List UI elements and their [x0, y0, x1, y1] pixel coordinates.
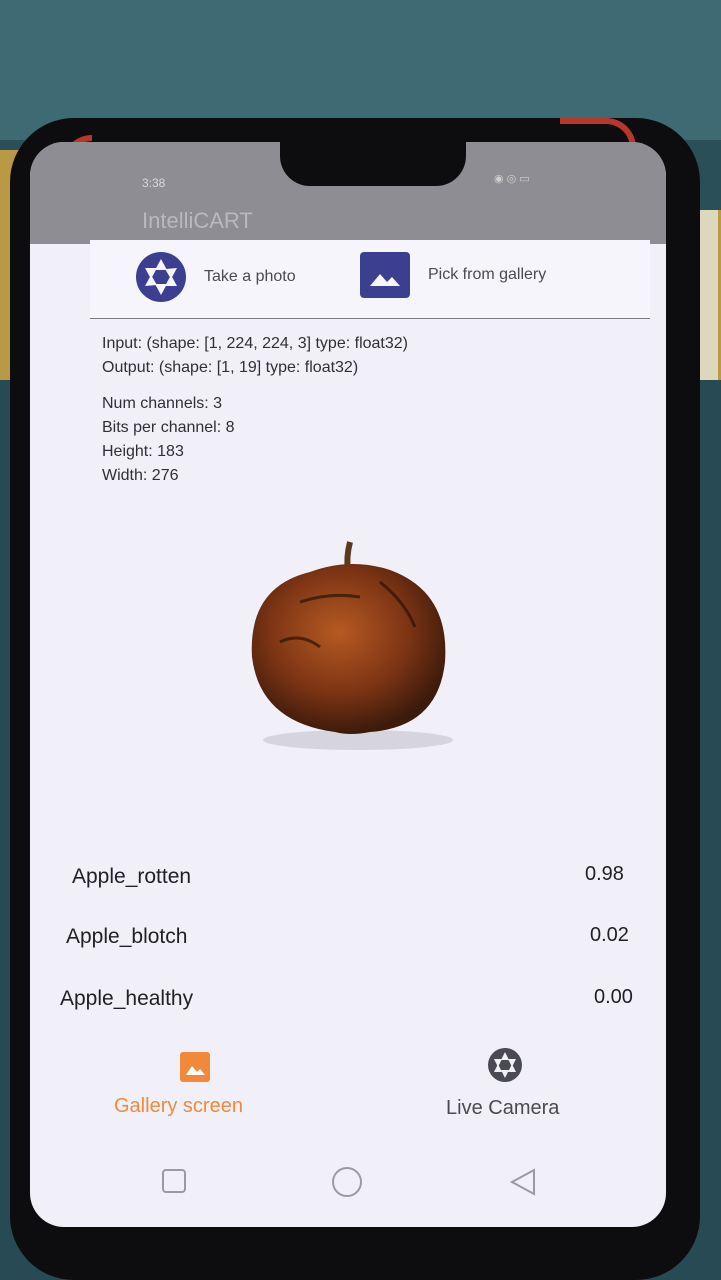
image-width-info: Width: 276 [102, 467, 179, 484]
camera-tab-label: Live Camera [446, 1097, 560, 1119]
recents-button[interactable] [160, 1167, 188, 1200]
home-button[interactable] [330, 1165, 364, 1204]
num-channels-info: Num channels: 3 [102, 395, 223, 412]
camera-tab-icon [487, 1047, 523, 1088]
result-score-2: 0.02 [590, 924, 629, 946]
gallery-image-icon [360, 252, 410, 298]
status-icons: ◉ ◎ ▭ [494, 173, 530, 185]
image-height-info: Height: 183 [102, 443, 184, 460]
selected-apple-image [240, 532, 480, 772]
camera-shutter-icon [136, 252, 186, 302]
model-output-info: Output: (shape: [1, 19] type: float32) [102, 359, 359, 376]
status-time: 3:38 [142, 176, 166, 190]
gallery-tab-icon [180, 1052, 210, 1082]
take-photo-button[interactable]: Take a photo [136, 252, 296, 302]
result-score-3: 0.00 [594, 986, 633, 1008]
back-button[interactable] [508, 1167, 538, 1202]
camera-notch [280, 142, 466, 186]
result-score-1: 0.98 [585, 863, 624, 885]
gallery-tab-label: Gallery screen [114, 1095, 243, 1117]
app-title: IntelliCART [142, 208, 253, 233]
pick-gallery-label: Pick from gallery [428, 266, 547, 283]
bits-per-channel-info: Bits per channel: 8 [102, 419, 235, 436]
pick-gallery-button[interactable]: Pick from gallery [360, 252, 546, 298]
image-source-toolbar: Take a photo Pick from gallery [90, 240, 650, 319]
result-label-2: Apple_blotch [66, 925, 188, 948]
phone-screen: 3:38 ◉ ◎ ▭ IntelliCART Take a photo Pick… [30, 142, 666, 1227]
result-label-1: Apple_rotten [72, 865, 192, 888]
take-photo-label: Take a photo [204, 268, 296, 285]
model-input-info: Input: (shape: [1, 224, 224, 3] type: fl… [102, 335, 408, 352]
result-label-3: Apple_healthy [60, 987, 194, 1010]
